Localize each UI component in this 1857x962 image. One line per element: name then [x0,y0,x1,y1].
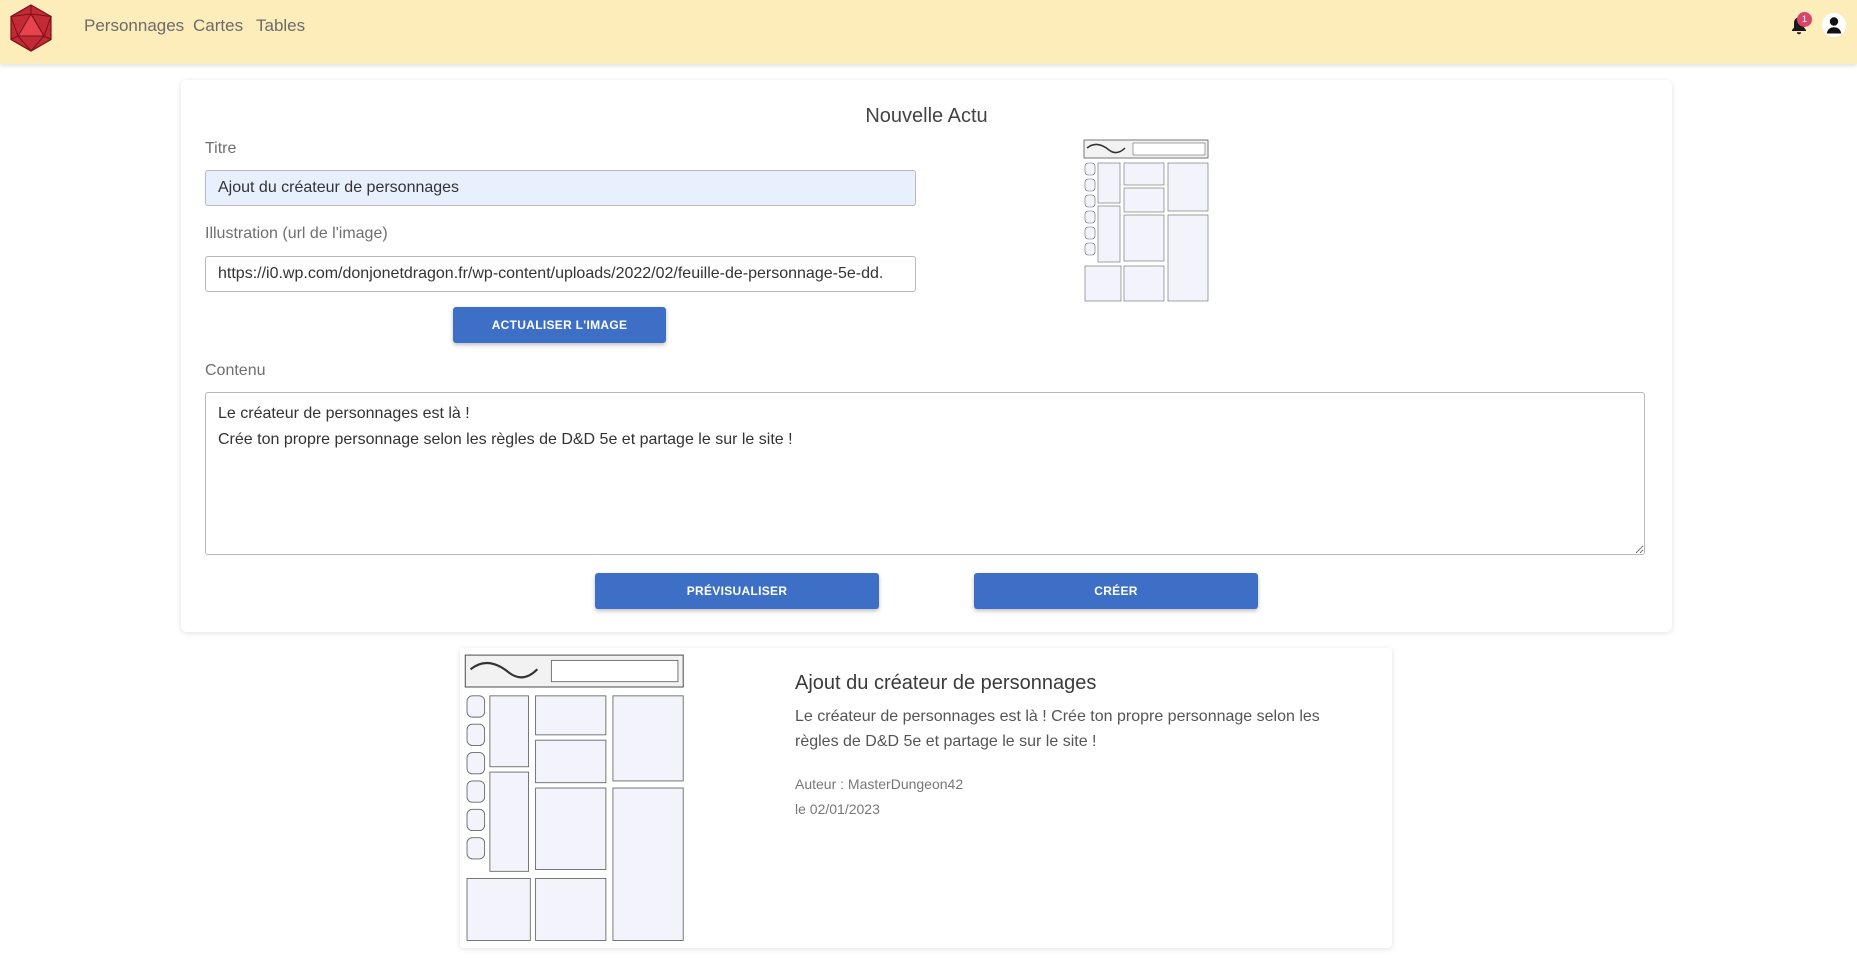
preview-title: Ajout du créateur de personnages [795,672,1097,694]
preview-author: Auteur : MasterDungeon42 [795,776,964,792]
d20-logo-icon[interactable] [9,4,53,52]
news-form-card: Nouvelle Actu Titre Illustration (url de… [181,80,1672,632]
preview-button[interactable]: Prévisualiser [595,573,879,609]
preview-content: Le créateur de personnages est là ! Crée… [795,708,1320,750]
navbar: Personnages Cartes Tables 1 [0,0,1857,64]
form-heading: Nouvelle Actu [865,105,988,127]
nav-link-cartes[interactable]: Cartes [193,16,243,36]
illustration-label: Illustration (url de l'image) [205,225,388,242]
content-label: Contenu [205,362,266,379]
preview-date: le 02/01/2023 [795,801,880,817]
refresh-image-button[interactable]: Actualiser l'image [453,307,666,343]
preview-illustration [460,648,692,944]
nav-link-tables[interactable]: Tables [256,16,305,36]
title-input[interactable] [205,170,916,206]
create-button[interactable]: Créer [974,573,1258,609]
notification-badge: 1 [1797,12,1812,27]
user-avatar-icon[interactable] [1822,13,1846,37]
illustration-thumbnail [1081,136,1213,303]
character-sheet-image [1081,136,1213,303]
content-textarea[interactable]: Le créateur de personnages est là ! Crée… [205,392,1645,555]
news-preview-card: Ajout du créateur de personnages Le créa… [460,648,1392,948]
illustration-url-input[interactable] [205,256,916,292]
character-sheet-image [460,648,692,944]
nav-link-personnages[interactable]: Personnages [84,16,184,36]
title-label: Titre [205,140,237,157]
